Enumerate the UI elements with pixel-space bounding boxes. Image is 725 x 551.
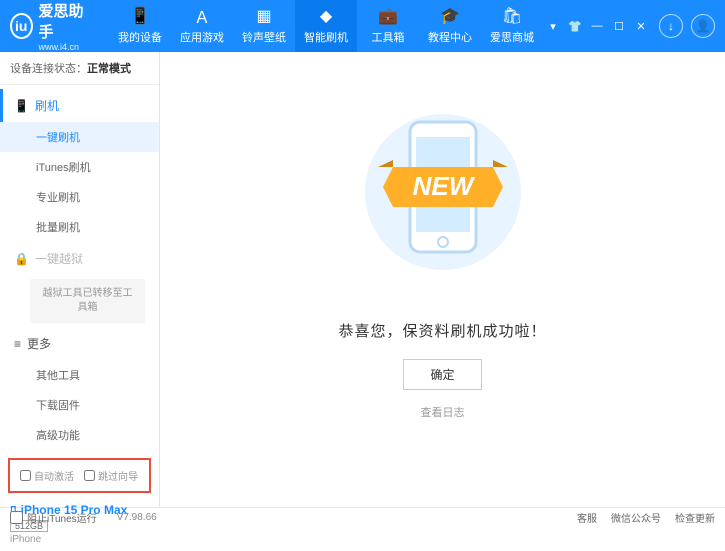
view-log-link[interactable]: 查看日志: [421, 404, 465, 420]
ok-button[interactable]: 确定: [403, 359, 481, 390]
apps-icon: Ａ: [192, 7, 212, 25]
success-illustration: NEW: [358, 92, 528, 302]
app-url: www.i4.cn: [39, 42, 89, 52]
nav-mall[interactable]: 🛍爱思商城: [481, 0, 543, 52]
success-message: 恭喜您，保资料刷机成功啦！: [338, 320, 546, 341]
sidebar-item-itunes[interactable]: iTunes刷机: [0, 152, 159, 182]
options-box: 自动激活 跳过向导: [8, 458, 151, 493]
nav-tutorials[interactable]: 🎓教程中心: [419, 0, 481, 52]
block-itunes-checkbox[interactable]: 阻止iTunes运行: [10, 510, 97, 525]
tutorial-icon: 🎓: [440, 7, 460, 25]
flash-icon: ◆: [316, 7, 336, 25]
minimize-icon[interactable]: —: [587, 16, 607, 36]
close-icon[interactable]: ✕: [631, 16, 651, 36]
skin-icon[interactable]: 👕: [565, 16, 585, 36]
nav-ringtones[interactable]: ▦铃声壁纸: [233, 0, 295, 52]
menu-icon[interactable]: ▾: [543, 16, 563, 36]
version-label: V7.98.66: [117, 512, 157, 523]
phone-icon: 📱: [14, 99, 29, 113]
footer-support[interactable]: 客服: [577, 510, 597, 525]
sidebar-item-pro[interactable]: 专业刷机: [0, 182, 159, 212]
ringtone-icon: ▦: [254, 7, 274, 25]
nav-apps[interactable]: Ａ应用游戏: [171, 0, 233, 52]
app-logo: iu 爱思助手 www.i4.cn: [10, 0, 89, 52]
auto-activate-checkbox[interactable]: 自动激活: [20, 468, 74, 483]
nav-toolbox[interactable]: 💼工具箱: [357, 0, 419, 52]
sidebar-head-more[interactable]: ≡更多: [0, 327, 159, 360]
sidebar-item-advanced[interactable]: 高级功能: [0, 420, 159, 450]
sidebar-item-other[interactable]: 其他工具: [0, 360, 159, 390]
skip-guide-checkbox[interactable]: 跳过向导: [84, 468, 138, 483]
footer-wechat[interactable]: 微信公众号: [611, 510, 661, 525]
nav-flash[interactable]: ◆智能刷机: [295, 0, 357, 52]
user-icon[interactable]: 👤: [691, 14, 715, 38]
device-icon: 📱: [130, 7, 150, 25]
list-icon: ≡: [14, 337, 21, 351]
toolbox-icon: 💼: [378, 7, 398, 25]
device-type: iPhone: [10, 534, 149, 545]
download-icon[interactable]: ↓: [659, 14, 683, 38]
footer-update[interactable]: 检查更新: [675, 510, 715, 525]
sidebar-item-oneclick[interactable]: 一键刷机: [0, 122, 159, 152]
sidebar-head-flash[interactable]: 📱刷机: [0, 89, 159, 122]
sidebar-item-batch[interactable]: 批量刷机: [0, 212, 159, 242]
jailbreak-note: 越狱工具已转移至工具箱: [30, 279, 145, 323]
sidebar-item-download[interactable]: 下载固件: [0, 390, 159, 420]
logo-icon: iu: [10, 13, 33, 39]
nav-my-device[interactable]: 📱我的设备: [109, 0, 171, 52]
sidebar-head-jailbreak: 🔒一键越狱: [0, 242, 159, 275]
svg-text:NEW: NEW: [412, 171, 475, 201]
maximize-icon[interactable]: ☐: [609, 16, 629, 36]
connection-status: 设备连接状态：正常模式: [0, 52, 159, 85]
lock-icon: 🔒: [14, 252, 29, 266]
app-title: 爱思助手: [39, 0, 89, 42]
mall-icon: 🛍: [502, 7, 522, 25]
